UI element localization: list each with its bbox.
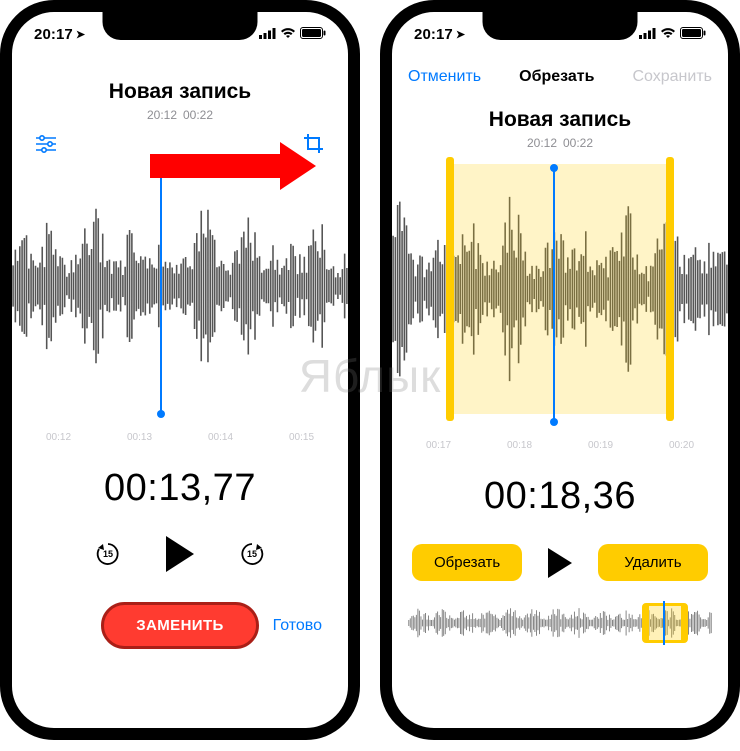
trim-selection[interactable] (446, 164, 675, 414)
status-time: 20:17 (414, 26, 453, 43)
mini-track[interactable] (408, 603, 712, 643)
time-ticks: 00:17 00:18 00:19 00:20 (392, 440, 728, 451)
save-button: Сохранить (632, 68, 712, 86)
location-icon: ➤ (76, 28, 85, 41)
recording-title: Новая запись (12, 80, 348, 104)
transport: 15 15 (12, 536, 348, 572)
replace-button[interactable]: ЗАМЕНИТЬ (101, 602, 259, 649)
playhead[interactable] (160, 170, 162, 414)
waveform[interactable] (392, 164, 728, 414)
timecode: 00:18,36 (392, 475, 728, 518)
action-row: Обрезать Удалить (392, 544, 728, 581)
settings-icon[interactable] (34, 132, 58, 156)
skip-back-button[interactable]: 15 (94, 540, 122, 568)
nav-title: Обрезать (519, 68, 594, 86)
battery-icon (300, 26, 326, 43)
status-time: 20:17 (34, 26, 73, 43)
notch (103, 12, 258, 40)
annotation-arrow (150, 142, 316, 190)
recording-title: Новая запись (392, 108, 728, 132)
nav-bar: Отменить Обрезать Сохранить (392, 56, 728, 98)
phone-right: 20:17 ➤ Отменить Обрезать Сохранить Нова… (380, 0, 740, 740)
playhead[interactable] (553, 168, 555, 422)
mini-playhead[interactable] (663, 601, 665, 645)
wifi-icon (280, 26, 296, 43)
trim-button[interactable]: Обрезать (412, 544, 522, 581)
play-button[interactable] (166, 536, 194, 572)
timecode: 00:13,77 (12, 467, 348, 510)
signal-icon (639, 26, 656, 43)
cancel-button[interactable]: Отменить (408, 68, 481, 86)
play-button[interactable] (548, 548, 572, 578)
recording-subtitle: 20:1200:22 (12, 108, 348, 122)
battery-icon (680, 26, 706, 43)
time-ticks: 00:12 00:13 00:14 00:15 (12, 432, 348, 443)
notch (483, 12, 638, 40)
skip-forward-button[interactable]: 15 (238, 540, 266, 568)
phone-left: 20:17 ➤ Новая запись 20:1200:22 (0, 0, 360, 740)
signal-icon (259, 26, 276, 43)
delete-button[interactable]: Удалить (598, 544, 708, 581)
done-button[interactable]: Готово (273, 617, 322, 635)
waveform[interactable] (12, 166, 348, 406)
recording-subtitle: 20:1200:22 (392, 136, 728, 150)
location-icon: ➤ (456, 28, 465, 41)
wifi-icon (660, 26, 676, 43)
